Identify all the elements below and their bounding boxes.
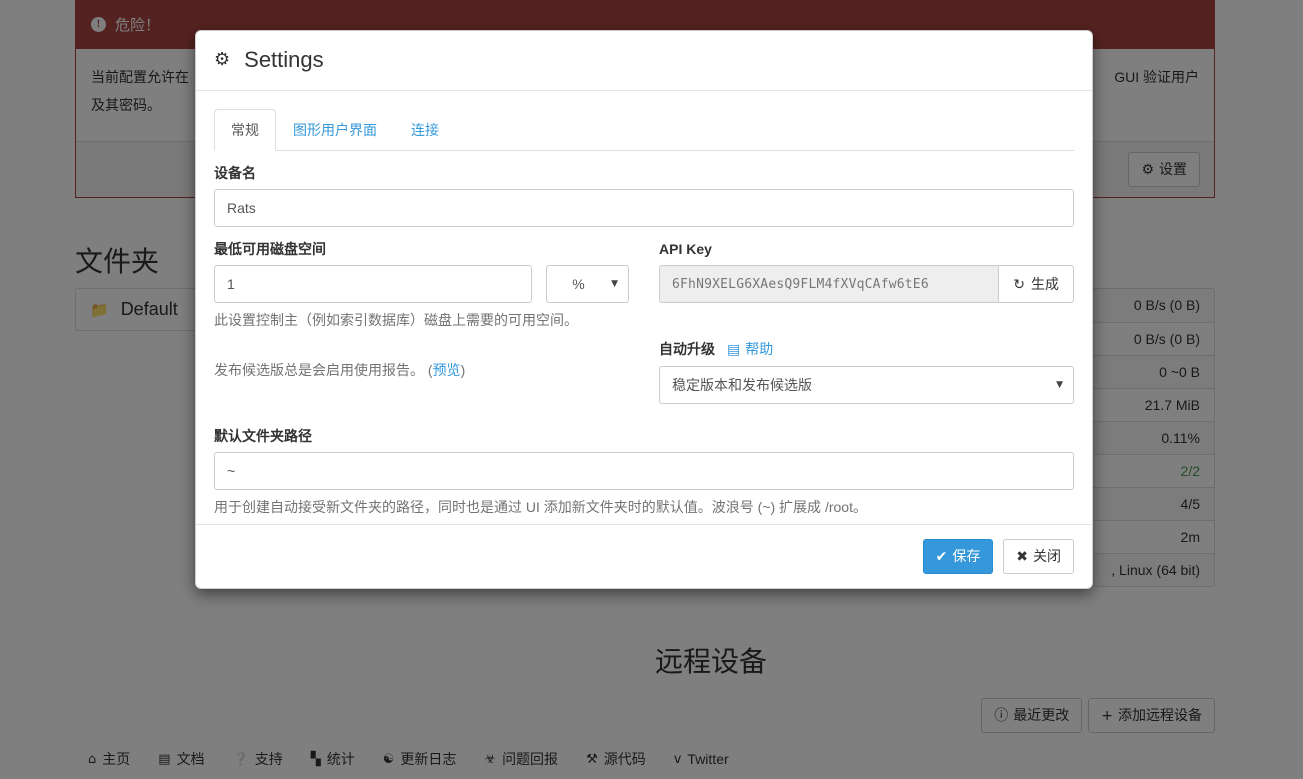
dialog-title: Settings (244, 47, 324, 72)
dialog-header: ⚙ Settings (196, 31, 1092, 91)
close-button[interactable]: ✖ 关闭 (1003, 539, 1074, 574)
close-button-label: 关闭 (1033, 548, 1061, 564)
auto-upgrade-label: 自动升级 ▤ 帮助 (659, 339, 1074, 360)
api-key-generate-button[interactable]: ↻ 生成 (999, 265, 1074, 303)
min-disk-free-input[interactable] (214, 265, 532, 303)
min-disk-free-value-wrap (214, 265, 532, 303)
refresh-icon: ↻ (1013, 277, 1025, 293)
min-disk-free-help: 此设置控制主（例如索引数据库）磁盘上需要的可用空间。 (214, 312, 578, 328)
min-disk-free-unit-wrap: % ▼ (546, 265, 629, 303)
check-icon: ✔ (935, 549, 948, 565)
usage-report-note: 发布候选版总是会启用使用报告。 (预览) (214, 359, 629, 381)
settings-dialog: ⚙ Settings 常规 图形用户界面 连接 设备名 最低可用磁盘空间 (195, 30, 1093, 589)
auto-upgrade-select[interactable]: 稳定版本和发布候选版 (659, 366, 1074, 404)
usage-report-text: 发布候选版总是会启用使用报告。 (214, 362, 424, 378)
min-disk-free-unit-select[interactable]: % (546, 265, 629, 303)
default-folder-path-section: 默认文件夹路径 用于创建自动接受新文件夹的路径，同时也是通过 UI 添加新文件夹… (214, 404, 1074, 518)
tab-connections[interactable]: 连接 (394, 109, 456, 151)
min-disk-free-label: 最低可用磁盘空间 (214, 241, 326, 257)
tab-general[interactable]: 常规 (214, 109, 276, 151)
api-key-input[interactable] (659, 265, 1000, 303)
save-button[interactable]: ✔ 保存 (922, 539, 994, 574)
settings-tabs: 常规 图形用户界面 连接 (214, 109, 1074, 151)
dialog-title-row: ⚙ Settings (214, 47, 1074, 73)
api-key-generate-label: 生成 (1031, 276, 1059, 292)
min-disk-free-row: % ▼ (214, 265, 629, 303)
settings-right-column: API Key ↻ 生成 自动升级 ▤帮助 稳定版本和发布候选版 ▼ (659, 227, 1074, 404)
tab-gui[interactable]: 图形用户界面 (276, 109, 394, 151)
auto-upgrade-help-link[interactable]: ▤ 帮助 (727, 341, 774, 358)
usage-report-paren-close: ) (460, 362, 466, 378)
device-name-label: 设备名 (214, 165, 256, 181)
dialog-footer: ✔ 保存 ✖ 关闭 (196, 524, 1092, 588)
auto-upgrade-select-wrap: 稳定版本和发布候选版 ▼ (659, 366, 1074, 404)
tab-gui-label[interactable]: 图形用户界面 (276, 109, 394, 151)
api-key-group: ↻ 生成 (659, 265, 1074, 303)
gear-icon: ⚙ (214, 49, 231, 70)
save-button-label: 保存 (952, 548, 981, 564)
settings-form-grid: 最低可用磁盘空间 % ▼ 此设置控制主（例如索引数据库）磁盘上需要的可用空间。 (214, 227, 1074, 518)
dialog-body: 常规 图形用户界面 连接 设备名 最低可用磁盘空间 (196, 91, 1092, 524)
default-folder-path-input[interactable] (214, 452, 1074, 490)
auto-upgrade-help-label: 帮助 (745, 341, 774, 357)
times-icon: ✖ (1016, 549, 1028, 565)
settings-left-column: 最低可用磁盘空间 % ▼ 此设置控制主（例如索引数据库）磁盘上需要的可用空间。 (214, 227, 629, 404)
api-key-label: API Key (659, 241, 712, 257)
book-icon: ▤ (727, 342, 741, 358)
default-folder-path-label: 默认文件夹路径 (214, 428, 312, 444)
default-folder-path-help: 用于创建自动接受新文件夹的路径，同时也是通过 UI 添加新文件夹时的默认值。波浪… (214, 499, 867, 515)
tab-connections-label[interactable]: 连接 (394, 109, 456, 151)
device-name-input[interactable] (214, 189, 1074, 227)
auto-upgrade-label-text: 自动升级 (659, 341, 715, 357)
usage-report-preview-link[interactable]: 预览 (433, 362, 461, 378)
tab-general-label[interactable]: 常规 (214, 109, 276, 151)
